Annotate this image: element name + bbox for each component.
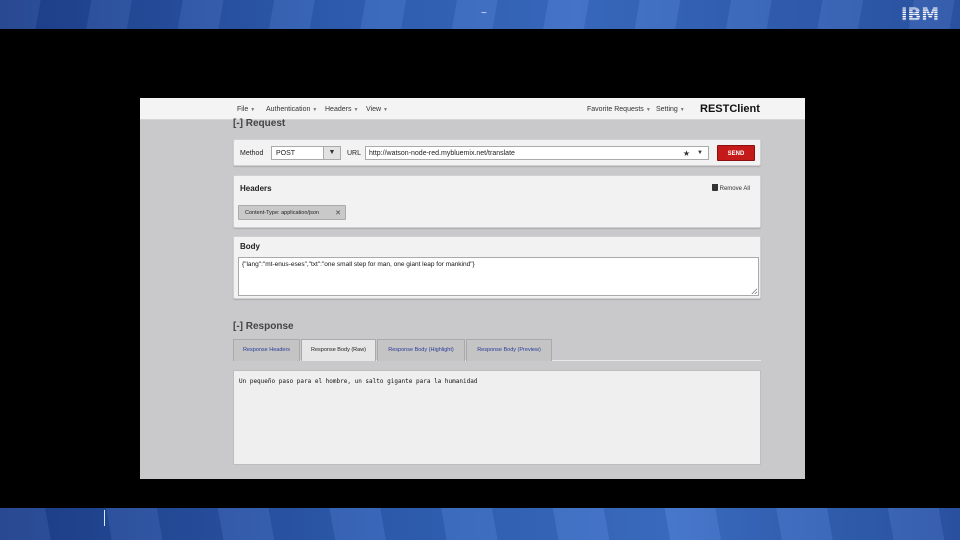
body-title: Body (240, 242, 260, 251)
close-icon[interactable]: ✕ (335, 209, 341, 217)
method-value: POST (276, 150, 296, 157)
url-value: http://watson-node-red.mybluemix.net/tra… (369, 150, 515, 157)
header-chip-label: Content-Type: application/json (245, 210, 319, 216)
caret-down-icon: ▼ (645, 107, 651, 113)
caret-down-icon: ▼ (679, 107, 685, 113)
ibm-logo-text: IBM (901, 5, 939, 23)
url-input[interactable]: http://watson-node-red.mybluemix.net/tra… (365, 146, 709, 160)
send-button[interactable]: SEND (717, 145, 755, 161)
response-tabs: Response Headers Response Body (Raw) Res… (233, 339, 761, 361)
response-section-title[interactable]: [-] Response (233, 321, 294, 332)
menu-headers[interactable]: Headers ▼ (325, 106, 358, 113)
caret-down-icon: ▼ (383, 107, 388, 113)
headers-panel: Headers Remove All Content-Type: applica… (233, 175, 761, 228)
top-mark: ~ (481, 8, 487, 19)
menu-favorite-requests[interactable]: Favorite Requests ▼ (587, 106, 651, 113)
presentation-slide: ~ IBM File ▼ Authentication ▼ Headers ▼ Vie… (0, 0, 960, 540)
tab-response-body-raw[interactable]: Response Body (Raw) (301, 339, 376, 361)
trash-icon (711, 184, 718, 191)
app-brand: RESTClient (700, 103, 760, 115)
menu-file[interactable]: File ▼ (237, 106, 255, 113)
menu-authentication[interactable]: Authentication ▼ (266, 106, 317, 113)
bottom-banner (0, 508, 960, 540)
caret-down-icon: ▼ (353, 107, 359, 113)
headers-title: Headers (240, 184, 272, 193)
caret-down-icon: ▼ (250, 107, 256, 113)
body-panel: Body {"lang":"mt-enus-eses","txt":"one s… (233, 236, 761, 299)
menu-view-label: View (366, 106, 382, 113)
request-panel: Method POST ▼ URL http://watson-node-red… (233, 139, 761, 166)
menu-file-label: File (237, 106, 249, 113)
chevron-down-icon[interactable]: ▼ (697, 150, 703, 156)
star-icon[interactable]: ★ (683, 149, 690, 158)
body-textarea[interactable]: {"lang":"mt-enus-eses","txt":"one small … (238, 257, 759, 296)
menu-setting-label: Setting (656, 106, 678, 113)
menu-authentication-label: Authentication (266, 106, 311, 113)
menu-setting[interactable]: Setting ▼ (656, 106, 685, 113)
caret-down-icon: ▼ (312, 107, 318, 113)
menu-favorite-requests-label: Favorite Requests (587, 106, 644, 113)
chevron-down-icon: ▼ (323, 147, 340, 159)
remove-all-label: Remove All (719, 186, 750, 192)
remove-all-button[interactable]: Remove All (711, 184, 750, 192)
ibm-logo: IBM (901, 5, 939, 23)
tab-response-body-highlight[interactable]: Response Body (Highlight) (377, 339, 465, 361)
header-chip[interactable]: Content-Type: application/json ✕ (238, 205, 346, 220)
request-section-title[interactable]: [-] Request (233, 118, 285, 129)
top-banner (0, 0, 960, 29)
url-label: URL (347, 150, 362, 157)
restclient-screenshot: File ▼ Authentication ▼ Headers ▼ View ▼ Fav… (140, 98, 805, 479)
resize-grip-icon[interactable] (751, 288, 757, 294)
menu-bar: File ▼ Authentication ▼ Headers ▼ View ▼ Fav… (140, 98, 805, 120)
bottom-divider (104, 510, 105, 526)
method-select[interactable]: POST ▼ (271, 146, 341, 160)
menu-headers-label: Headers (325, 106, 352, 113)
tab-response-headers[interactable]: Response Headers (233, 339, 300, 361)
method-label: Method (240, 150, 264, 157)
body-value: {"lang":"mt-enus-eses","txt":"one small … (242, 261, 475, 268)
response-body-value: Un pequeño paso para el hombre, un salto… (239, 378, 478, 385)
response-body-view[interactable]: Un pequeño paso para el hombre, un salto… (233, 370, 761, 465)
tab-response-body-preview[interactable]: Response Body (Preview) (466, 339, 552, 361)
menu-view[interactable]: View ▼ (366, 106, 388, 113)
